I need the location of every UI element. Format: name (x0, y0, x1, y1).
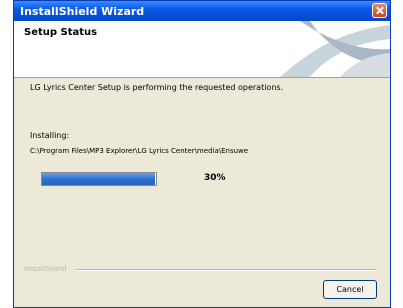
installshield-brand-label: InstallShield (24, 265, 67, 273)
title-bar[interactable]: InstallShield Wizard (14, 1, 390, 21)
progress-percent-label: 30% (204, 173, 226, 183)
current-file-path: C:\Program Files\MP3 Explorer\LG Lyrics … (30, 147, 249, 155)
close-icon[interactable] (372, 3, 387, 18)
footer-divider (76, 269, 376, 271)
progress-bar (41, 172, 157, 186)
installing-label: Installing: (30, 131, 70, 140)
window-title: InstallShield Wizard (20, 4, 145, 18)
progress-fill (42, 173, 155, 185)
cancel-button[interactable]: Cancel (323, 280, 377, 299)
header-panel: Setup Status (14, 21, 390, 78)
installshield-wizard-window: InstallShield Wizard Setup Status LG Lyr… (13, 0, 391, 308)
page-title: Setup Status (24, 27, 98, 38)
status-message: LG Lyrics Center Setup is performing the… (30, 83, 284, 92)
header-swoosh-graphic (270, 21, 390, 77)
